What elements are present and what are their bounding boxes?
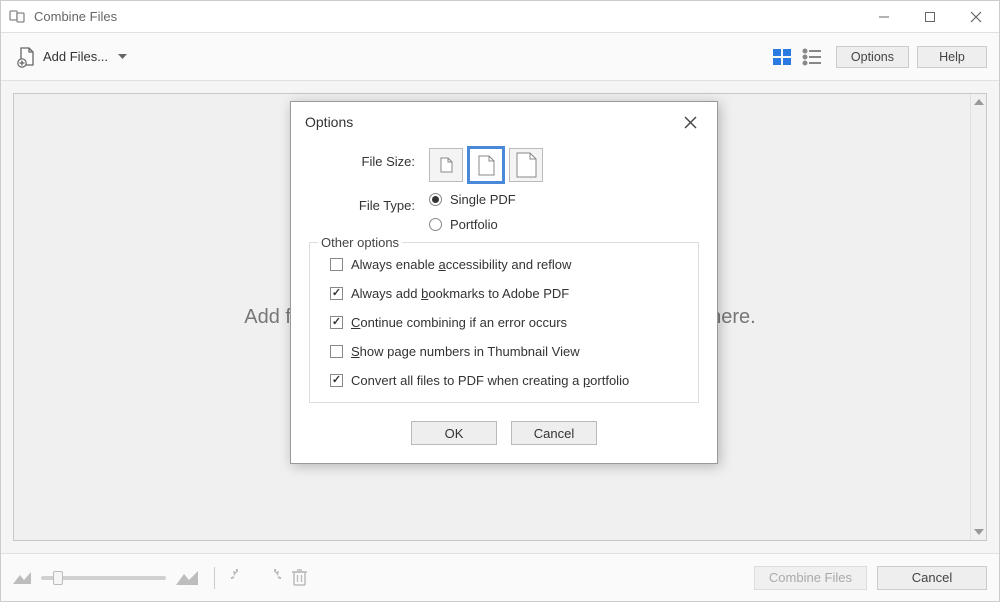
bottombar: Combine Files Cancel — [1, 553, 999, 601]
file-size-row: File Size: — [309, 148, 699, 182]
zoom-out-icon[interactable] — [13, 572, 31, 584]
add-files-dropdown[interactable]: Add Files... — [13, 43, 131, 71]
dialog-body: File Size: File Type: Single PDF P — [291, 142, 717, 463]
check-accessibility[interactable]: Always enable accessibility and reflow — [330, 257, 684, 272]
checkbox-icon — [330, 374, 343, 387]
cancel-button[interactable]: Cancel — [877, 566, 987, 590]
scroll-down-icon[interactable] — [974, 524, 984, 540]
dialog-cancel-button[interactable]: Cancel — [511, 421, 597, 445]
check-label: Always add bookmarks to Adobe PDF — [351, 286, 569, 301]
check-label: Show page numbers in Thumbnail View — [351, 344, 580, 359]
file-size-group — [429, 148, 543, 182]
radio-icon — [429, 218, 442, 231]
check-convert-portfolio[interactable]: Convert all files to PDF when creating a… — [330, 373, 684, 388]
other-options-legend: Other options — [318, 235, 402, 250]
radio-single-pdf[interactable]: Single PDF — [429, 192, 516, 207]
file-type-label: File Type: — [309, 192, 429, 213]
window-controls — [861, 1, 999, 33]
radio-icon — [429, 193, 442, 206]
toolbar-left: Add Files... — [13, 43, 131, 71]
checkbox-icon — [330, 316, 343, 329]
check-label: Always enable accessibility and reflow — [351, 257, 571, 272]
toolbar: Add Files... Options Help — [1, 33, 999, 81]
dialog-title: Options — [305, 114, 353, 130]
redo-icon[interactable] — [261, 569, 281, 587]
check-continue[interactable]: Continue combining if an error occurs — [330, 315, 684, 330]
check-label: Continue combining if an error occurs — [351, 315, 567, 330]
radio-label: Portfolio — [450, 217, 498, 232]
window: Combine Files Add Files... — [0, 0, 1000, 602]
checkbox-icon — [330, 258, 343, 271]
toolbar-right: Options Help — [772, 46, 987, 68]
caret-down-icon — [118, 54, 127, 60]
options-dialog: Options File Size: File Type: Si — [290, 101, 718, 464]
list-view-icon[interactable] — [802, 48, 822, 66]
file-size-large[interactable] — [509, 148, 543, 182]
zoom-slider-thumb[interactable] — [53, 571, 63, 585]
zoom-in-icon[interactable] — [176, 571, 198, 585]
add-file-icon — [17, 46, 37, 68]
radio-portfolio[interactable]: Portfolio — [429, 217, 516, 232]
check-label: Convert all files to PDF when creating a… — [351, 373, 629, 388]
dialog-buttons: OK Cancel — [309, 421, 699, 445]
check-page-numbers[interactable]: Show page numbers in Thumbnail View — [330, 344, 684, 359]
file-size-small[interactable] — [429, 148, 463, 182]
view-mode-group — [772, 48, 822, 66]
checkbox-icon — [330, 345, 343, 358]
radio-label: Single PDF — [450, 192, 516, 207]
zoom-slider[interactable] — [41, 576, 166, 580]
file-type-group: Single PDF Portfolio — [429, 192, 516, 232]
minimize-button[interactable] — [861, 1, 907, 33]
app-icon — [9, 8, 27, 26]
scrollbar[interactable] — [970, 94, 986, 540]
trash-icon[interactable] — [291, 568, 308, 587]
file-size-label: File Size: — [309, 148, 429, 169]
dialog-close-button[interactable] — [677, 109, 703, 135]
window-title: Combine Files — [34, 9, 117, 24]
undo-icon[interactable] — [231, 569, 251, 587]
options-button[interactable]: Options — [836, 46, 909, 68]
bottom-actions: Combine Files Cancel — [754, 566, 987, 590]
file-size-medium[interactable] — [469, 148, 503, 182]
combine-files-button[interactable]: Combine Files — [754, 566, 867, 590]
close-button[interactable] — [953, 1, 999, 33]
dialog-titlebar: Options — [291, 102, 717, 142]
titlebar: Combine Files — [1, 1, 999, 33]
help-button[interactable]: Help — [917, 46, 987, 68]
divider — [214, 567, 215, 589]
file-type-row: File Type: Single PDF Portfolio — [309, 192, 699, 232]
titlebar-left: Combine Files — [1, 8, 117, 26]
other-options-group: Other options Always enable accessibilit… — [309, 242, 699, 403]
bottom-tools — [13, 567, 308, 589]
maximize-button[interactable] — [907, 1, 953, 33]
checkbox-icon — [330, 287, 343, 300]
ok-button[interactable]: OK — [411, 421, 497, 445]
thumbnail-view-icon[interactable] — [772, 48, 792, 66]
scroll-up-icon[interactable] — [974, 94, 984, 110]
check-bookmarks[interactable]: Always add bookmarks to Adobe PDF — [330, 286, 684, 301]
add-files-label: Add Files... — [43, 49, 108, 64]
